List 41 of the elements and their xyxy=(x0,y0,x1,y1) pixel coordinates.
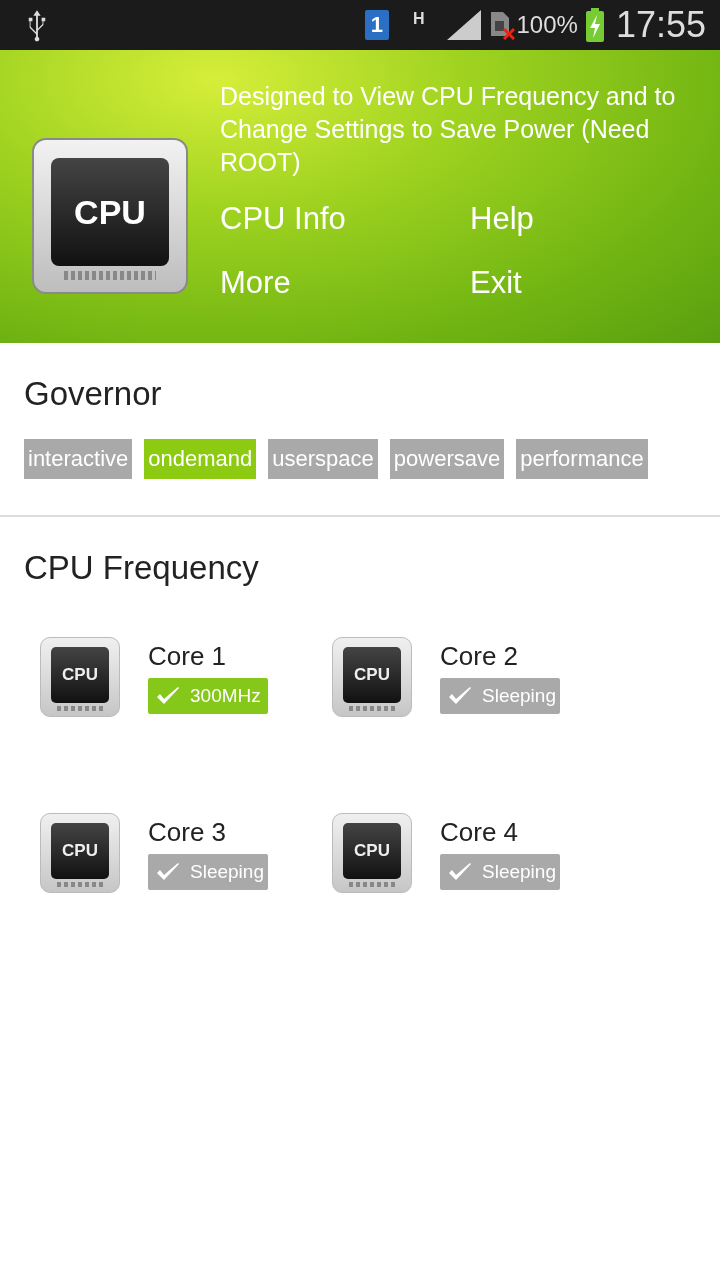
chip-label: CPU xyxy=(74,192,146,232)
clock: 17:55 xyxy=(615,4,706,46)
chip-pins xyxy=(56,882,104,887)
check-icon xyxy=(448,862,472,882)
chip-pins xyxy=(56,706,104,711)
check-icon xyxy=(156,686,180,706)
core-name: Core 1 xyxy=(148,641,228,672)
battery-charging-icon xyxy=(585,8,604,42)
signal-icon xyxy=(446,10,481,40)
chip-pins xyxy=(348,882,396,887)
menu-link[interactable]: Exit xyxy=(470,263,670,303)
status-text: 300MHz xyxy=(190,685,261,707)
governor-option[interactable]: ondemand xyxy=(144,439,257,479)
battery-level: 100% xyxy=(516,11,578,39)
governor-option[interactable]: userspace xyxy=(268,439,378,479)
section-title: Governor xyxy=(24,374,163,413)
governor-option[interactable]: performance xyxy=(516,439,648,479)
core-name: Core 4 xyxy=(440,817,520,848)
governor-option[interactable]: powersave xyxy=(389,439,505,479)
core-name: Core 2 xyxy=(440,641,520,672)
sim-card-icon xyxy=(488,10,515,40)
sim-badge: 1 xyxy=(364,10,389,40)
chip-label: CPU xyxy=(62,841,98,861)
app-description: Designed to View CPU Frequency and to Change Settings to Save Power (Need ROOT) xyxy=(220,81,677,178)
network-type: H xyxy=(412,10,425,28)
section-title: CPU Frequency xyxy=(24,548,260,587)
chip-label: CPU xyxy=(354,665,390,685)
menu-link[interactable]: CPU Info xyxy=(220,199,470,239)
usb-icon xyxy=(26,8,48,42)
status-text: Sleeping xyxy=(482,685,556,707)
chip-label: CPU xyxy=(354,841,390,861)
status-text: Sleeping xyxy=(482,861,556,883)
menu-link[interactable]: More xyxy=(220,263,470,303)
menu-link[interactable]: Help xyxy=(470,199,670,239)
chip-label: CPU xyxy=(62,665,98,685)
check-icon xyxy=(448,686,472,706)
check-icon xyxy=(156,862,180,882)
status-text: Sleeping xyxy=(190,861,264,883)
core-name: Core 3 xyxy=(148,817,228,848)
governor-option[interactable]: interactive xyxy=(24,439,133,479)
chip-pins xyxy=(348,706,396,711)
